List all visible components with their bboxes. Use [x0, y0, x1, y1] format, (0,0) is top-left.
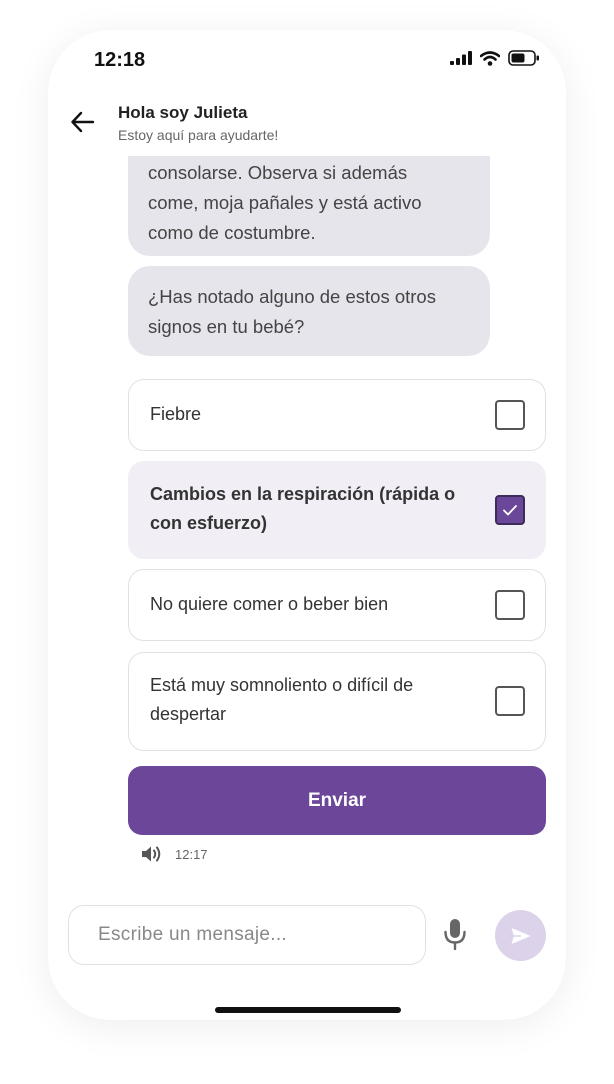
message-line: ¿Has notado alguno de estos otros	[148, 286, 436, 307]
option-cambios-respiracion[interactable]: Cambios en la respiración (rápida o con …	[128, 461, 546, 559]
cellular-signal-icon	[450, 51, 472, 65]
send-icon	[511, 927, 530, 944]
option-checkbox[interactable]	[495, 400, 525, 430]
message-input-placeholder: Escribe un mensaje...	[98, 924, 287, 945]
check-icon	[503, 505, 517, 516]
speaker-icon[interactable]	[140, 844, 163, 864]
status-icons	[450, 50, 540, 66]
home-indicator[interactable]	[215, 1007, 401, 1013]
phone-frame: 12:18 Hola soy Julieta Estoy aquí para a…	[48, 30, 566, 1020]
bot-message: ¿Has notado alguno de estos otros signos…	[128, 266, 490, 356]
option-checkbox[interactable]	[495, 590, 525, 620]
battery-icon	[508, 50, 539, 66]
microphone-icon	[444, 919, 466, 951]
enviar-button[interactable]: Enviar	[128, 766, 546, 835]
send-button[interactable]	[495, 910, 546, 961]
wifi-icon	[480, 50, 500, 66]
message-line: signos en tu bebé?	[148, 316, 305, 337]
message-time: 12:17	[175, 846, 208, 862]
message-line: come, moja pañales y está activo	[148, 192, 422, 213]
chat-subtitle: Estoy aquí para ayudarte!	[118, 127, 279, 143]
option-fiebre[interactable]: Fiebre	[128, 379, 546, 451]
option-no-quiere-comer[interactable]: No quiere comer o beber bien	[128, 569, 546, 641]
option-label: Fiebre	[150, 404, 202, 424]
bot-message: consolarse. Observa si además come, moja…	[128, 156, 490, 256]
option-label: con esfuerzo)	[150, 513, 268, 533]
message-line: como de costumbre.	[148, 222, 316, 243]
status-time: 12:18	[94, 49, 146, 71]
message-line: consolarse. Observa si además	[148, 162, 408, 183]
microphone-button[interactable]	[440, 917, 470, 953]
option-label: Cambios en la respiración (rápida o	[150, 484, 456, 504]
option-checkbox[interactable]	[495, 686, 525, 716]
option-label: Está muy somnoliento o difícil de	[150, 675, 414, 695]
option-somnoliento[interactable]: Está muy somnoliento o difícil de desper…	[128, 652, 546, 751]
message-input[interactable]: Escribe un mensaje...	[68, 905, 426, 965]
option-label: No quiere comer o beber bien	[150, 594, 389, 614]
option-checkbox[interactable]	[495, 495, 525, 525]
arrow-left-icon	[71, 111, 95, 133]
message-meta: 12:17	[140, 844, 208, 864]
chat-title: Hola soy Julieta	[118, 103, 248, 122]
back-button[interactable]	[68, 107, 98, 137]
option-label: despertar	[150, 704, 227, 724]
chat-messages[interactable]: consolarse. Observa si además come, moja…	[48, 156, 566, 896]
